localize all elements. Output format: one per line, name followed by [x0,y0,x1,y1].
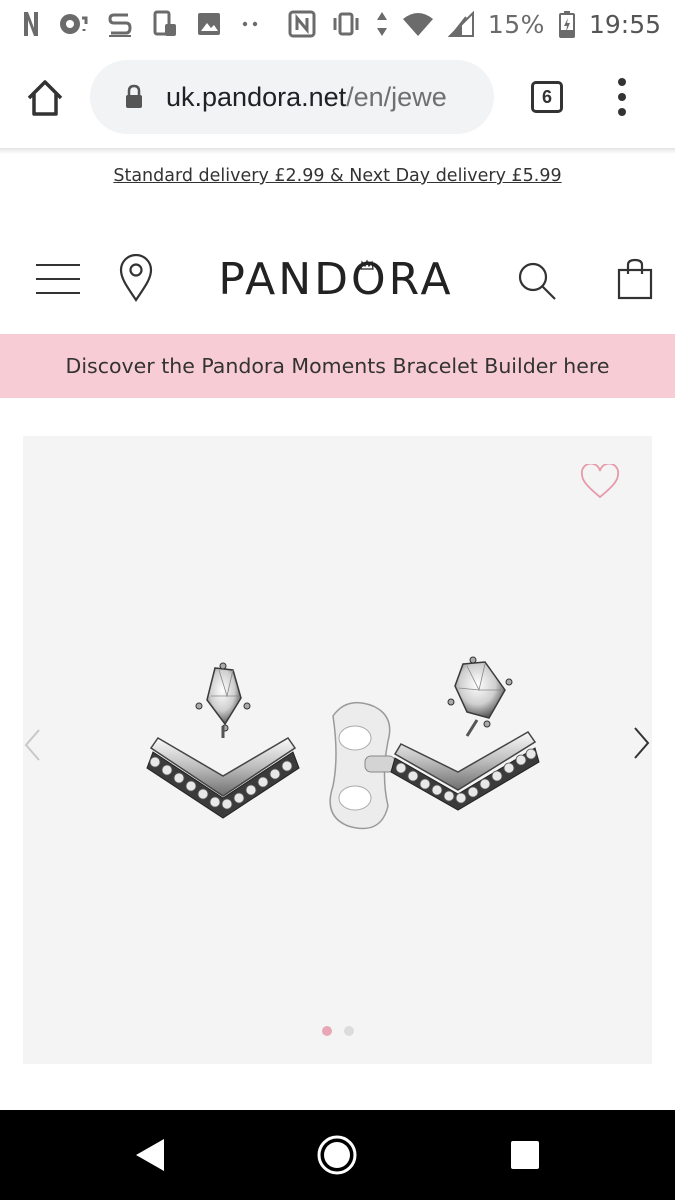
menu-icon[interactable] [36,264,80,294]
address-bar[interactable]: uk.pandora.net/en/jewe [90,60,494,134]
left-earring [146,662,300,819]
product-image-earrings[interactable] [133,656,543,846]
logo-text: PANDORA [218,254,454,305]
earring-back [329,701,396,830]
camera-icon [58,9,88,39]
heart-icon[interactable] [580,462,620,500]
url-text: uk.pandora.net/en/jewe [166,82,447,113]
carousel-pagination [23,1026,652,1036]
browser-toolbar: uk.pandora.net/en/jewe 6 [0,48,675,150]
more-vert-icon[interactable] [614,78,630,116]
signal-icon [447,9,474,39]
url-domain: uk.pandora.net [166,81,347,112]
lock-icon [124,84,144,110]
delivery-info-link[interactable]: Standard delivery £2.99 & Next Day deliv… [0,166,675,186]
netflix-icon [22,9,40,39]
wifi-icon [402,9,434,39]
clock: 19:55 [588,9,661,39]
bracelet-builder-banner[interactable]: Discover the Pandora Moments Bracelet Bu… [0,334,675,398]
home-icon[interactable] [24,78,66,118]
battery-percentage: 15% [487,9,545,39]
system-icons: 15% 19:55 [288,9,661,39]
carousel-dot-2[interactable] [343,1026,354,1036]
gallery-icon [196,9,222,39]
notification-icons [22,9,260,39]
map-pin-icon[interactable] [118,253,154,302]
product-gallery[interactable] [23,436,652,1064]
carousel-dot-1[interactable] [321,1026,332,1036]
site-header: PANDORA [0,232,675,328]
shopping-bag-icon[interactable] [616,258,654,300]
chevron-right-icon[interactable] [633,726,651,760]
right-earring [390,656,540,811]
status-bar: 15% 19:55 [0,0,675,48]
recents-icon[interactable] [511,1141,539,1169]
pandora-logo[interactable]: PANDORA [200,250,472,320]
nfc-icon [288,9,316,39]
tab-switcher-button[interactable]: 6 [531,81,563,113]
android-navigation-bar [0,1110,675,1200]
vibrate-icon [330,9,362,39]
url-path: /en/jewe [346,81,447,112]
toolbar-shadow [0,148,675,154]
chevron-left-icon[interactable] [23,728,41,762]
battery-icon [558,9,575,39]
device-icon [152,9,178,39]
data-arrows-icon [376,9,388,39]
search-icon[interactable] [516,260,558,302]
home-circle-icon[interactable] [317,1135,357,1175]
back-icon[interactable] [134,1137,166,1173]
s-app-icon [106,9,134,39]
more-dots-icon [240,9,260,39]
crown-icon [360,256,374,270]
